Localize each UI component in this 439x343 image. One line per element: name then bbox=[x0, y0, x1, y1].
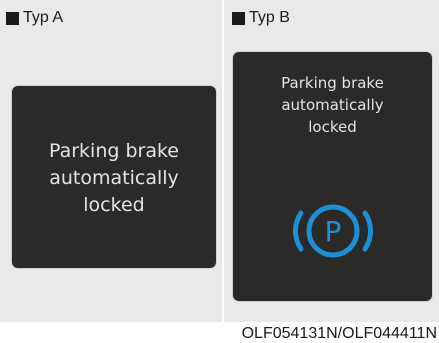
brake-icon-left-arc bbox=[292, 210, 303, 252]
type-a-label: Typ A bbox=[6, 9, 63, 27]
type-a-display: Parking brake automatically locked bbox=[12, 86, 216, 268]
panel-divider bbox=[222, 0, 224, 322]
type-a-label-text: Typ A bbox=[23, 9, 64, 26]
message-line: automatically bbox=[49, 167, 179, 189]
message-line: locked bbox=[83, 194, 145, 216]
square-bullet-icon bbox=[232, 11, 245, 25]
type-b-display: Parking brake automatically locked P bbox=[233, 52, 432, 301]
type-b-message: Parking brake automatically locked bbox=[233, 72, 432, 138]
type-b-label-text: Typ B bbox=[249, 9, 290, 26]
brake-icon-right-arc bbox=[362, 210, 373, 252]
message-line: Parking brake bbox=[48, 140, 179, 162]
square-bullet-icon bbox=[6, 11, 19, 25]
type-b-label: Typ B bbox=[232, 9, 290, 27]
image-code: OLF054131N/OLF044411N bbox=[241, 325, 437, 342]
message-line: automatically bbox=[281, 96, 384, 114]
brake-icon-letter: P bbox=[324, 215, 341, 248]
parking-brake-icon: P bbox=[292, 204, 373, 258]
type-a-message: Parking brake automatically locked bbox=[12, 138, 216, 219]
message-line: Parking brake bbox=[281, 74, 384, 92]
message-line: locked bbox=[308, 118, 357, 136]
